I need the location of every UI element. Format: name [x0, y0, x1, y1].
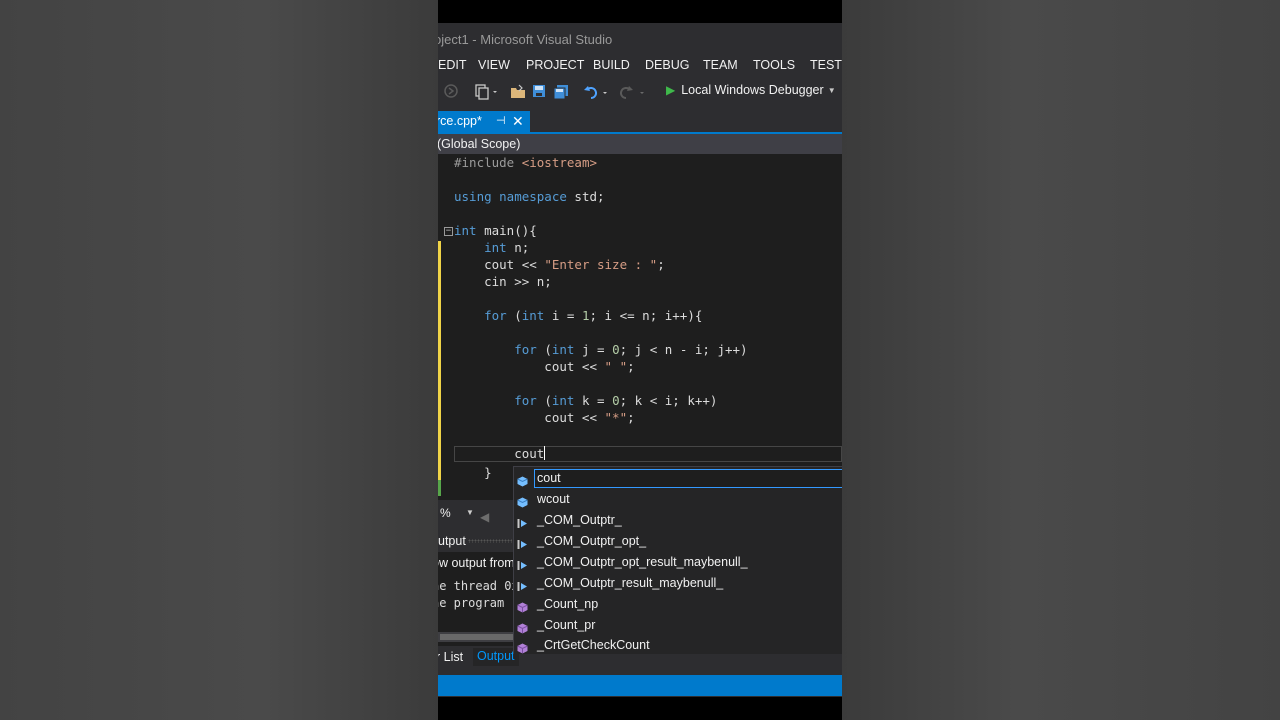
debugger-label: Local Windows Debugger	[681, 83, 824, 97]
code-line-19: }	[454, 465, 492, 480]
menu-team[interactable]: TEAM	[703, 58, 738, 72]
code-line-3: using namespace std;	[454, 189, 605, 204]
play-icon: ▶	[666, 83, 676, 97]
code-editor[interactable]: − #include <iostream> using namespace st…	[438, 154, 842, 500]
tab-filename: rce.cpp*	[438, 114, 482, 128]
close-icon[interactable]: ✕	[512, 111, 524, 132]
undo-icon[interactable]	[584, 84, 608, 100]
completion-item-com-outptr-opt-result[interactable]: _COM_Outptr_opt_result_maybenull_	[514, 552, 842, 572]
output-line-2: he program '	[438, 596, 519, 610]
document-tab-strip: rce.cpp* ⊣ ✕	[438, 111, 842, 132]
completion-item-count-np[interactable]: _Count_np	[514, 594, 842, 614]
menu-tools[interactable]: TOOLS	[753, 58, 795, 72]
collapse-toggle-icon[interactable]: −	[444, 227, 453, 236]
tab-error-list[interactable]: r List	[438, 650, 463, 664]
variable-icon	[517, 494, 528, 508]
saved-change-marker	[438, 480, 441, 496]
scroll-left-icon[interactable]: ◀	[480, 506, 489, 528]
completion-item-count-pr[interactable]: _Count_pr	[514, 615, 842, 635]
code-line-6: int n;	[484, 240, 530, 255]
standard-toolbar: ▶ Local Windows Debugger ▼	[438, 78, 842, 106]
open-file-icon[interactable]	[510, 84, 526, 100]
tab-output[interactable]: Output	[473, 648, 519, 666]
code-line-18: cout	[454, 446, 546, 461]
completion-label: _Count_np	[537, 597, 599, 611]
code-line-5: int main(){	[454, 223, 537, 238]
zoom-value: %	[440, 506, 451, 520]
save-all-icon[interactable]	[553, 84, 569, 100]
macro-icon	[517, 578, 528, 591]
completion-label: wcout	[537, 492, 570, 506]
output-title: utput	[438, 534, 466, 548]
completion-item-cout[interactable]: cout	[514, 468, 842, 488]
code-line-15: for (int k = 0; k < i; k++)	[514, 393, 718, 408]
window-title: oject1 - Microsoft Visual Studio	[438, 32, 613, 47]
left-background-blur	[0, 0, 438, 720]
menu-view[interactable]: VIEW	[478, 58, 510, 72]
navigate-forward-icon[interactable]	[444, 84, 458, 100]
function-icon	[517, 599, 528, 613]
change-marker	[438, 241, 441, 496]
start-debugging-button[interactable]: ▶ Local Windows Debugger ▼	[666, 83, 836, 97]
tab-source-cpp[interactable]: rce.cpp* ⊣ ✕	[438, 111, 530, 132]
macro-icon	[517, 536, 528, 549]
completion-label: _COM_Outptr_result_maybenull_	[537, 576, 724, 590]
completion-label: _COM_Outptr_opt_	[537, 534, 647, 548]
letterbox-bottom	[438, 697, 842, 720]
output-panel-header: utput	[438, 532, 518, 550]
code-line-13: cout << " ";	[454, 359, 635, 374]
macro-icon	[517, 515, 528, 528]
intellisense-completion-list[interactable]: cout wcout _COM_Outptr_ _COM_Outptr_opt_…	[513, 466, 842, 654]
code-line-7: cout << "Enter size : ";	[454, 257, 665, 272]
completion-label: _COM_Outptr_	[537, 513, 622, 527]
code-line-8: cin >> n;	[454, 274, 552, 289]
zoom-control[interactable]: % ▼ ◀	[438, 502, 518, 524]
completion-label: _Count_pr	[537, 618, 596, 632]
output-horizontal-scrollbar[interactable]	[438, 632, 518, 642]
save-icon[interactable]	[532, 84, 546, 100]
pin-icon[interactable]: ⊣	[496, 111, 506, 132]
completion-item-com-outptr[interactable]: _COM_Outptr_	[514, 510, 842, 530]
menu-edit[interactable]: EDIT	[438, 58, 466, 72]
function-icon	[517, 620, 528, 634]
macro-icon	[517, 557, 528, 570]
scrollbar-thumb[interactable]	[440, 634, 514, 640]
function-icon	[517, 640, 528, 654]
scope-label: (Global Scope)	[438, 137, 521, 151]
completion-label: _COM_Outptr_opt_result_maybenull_	[537, 555, 748, 569]
completion-item-crtgetcheckcount[interactable]: _CrtGetCheckCount	[514, 635, 842, 655]
menu-bar: EDIT VIEW PROJECT BUILD DEBUG TEAM TOOLS…	[438, 55, 842, 77]
menu-test[interactable]: TEST	[810, 58, 842, 72]
letterbox-top	[438, 0, 842, 23]
chevron-down-icon[interactable]: ▼	[466, 502, 474, 524]
completion-label: _CrtGetCheckCount	[537, 638, 650, 652]
code-line-1: #include <iostream>	[454, 155, 597, 170]
menu-build[interactable]: BUILD	[593, 58, 630, 72]
right-background-blur	[842, 0, 1280, 720]
menu-debug[interactable]: DEBUG	[645, 58, 689, 72]
completion-item-com-outptr-result[interactable]: _COM_Outptr_result_maybenull_	[514, 573, 842, 593]
redo-icon[interactable]	[619, 84, 645, 100]
output-line-1: he thread 0x	[438, 579, 519, 593]
text-cursor	[544, 446, 546, 460]
selection-highlight	[534, 469, 842, 488]
code-line-10: for (int i = 1; i <= n; i++){	[484, 308, 703, 323]
completion-item-com-outptr-opt[interactable]: _COM_Outptr_opt_	[514, 531, 842, 551]
new-project-icon[interactable]	[475, 84, 497, 100]
show-output-from-label: ow output from	[438, 556, 515, 570]
visual-studio-window: oject1 - Microsoft Visual Studio EDIT VI…	[438, 0, 842, 720]
status-bar	[438, 675, 842, 696]
chevron-down-icon[interactable]: ▼	[828, 86, 836, 95]
code-line-12: for (int j = 0; j < n - i; j++)	[514, 342, 748, 357]
variable-icon	[517, 473, 528, 487]
menu-project[interactable]: PROJECT	[526, 58, 584, 72]
code-line-16: cout << "*";	[454, 410, 635, 425]
panel-grip[interactable]	[468, 539, 512, 543]
title-bar: oject1 - Microsoft Visual Studio	[438, 23, 842, 55]
completion-label: cout	[537, 471, 561, 485]
scope-dropdown[interactable]: (Global Scope)	[438, 134, 842, 154]
completion-item-wcout[interactable]: wcout	[514, 489, 842, 509]
